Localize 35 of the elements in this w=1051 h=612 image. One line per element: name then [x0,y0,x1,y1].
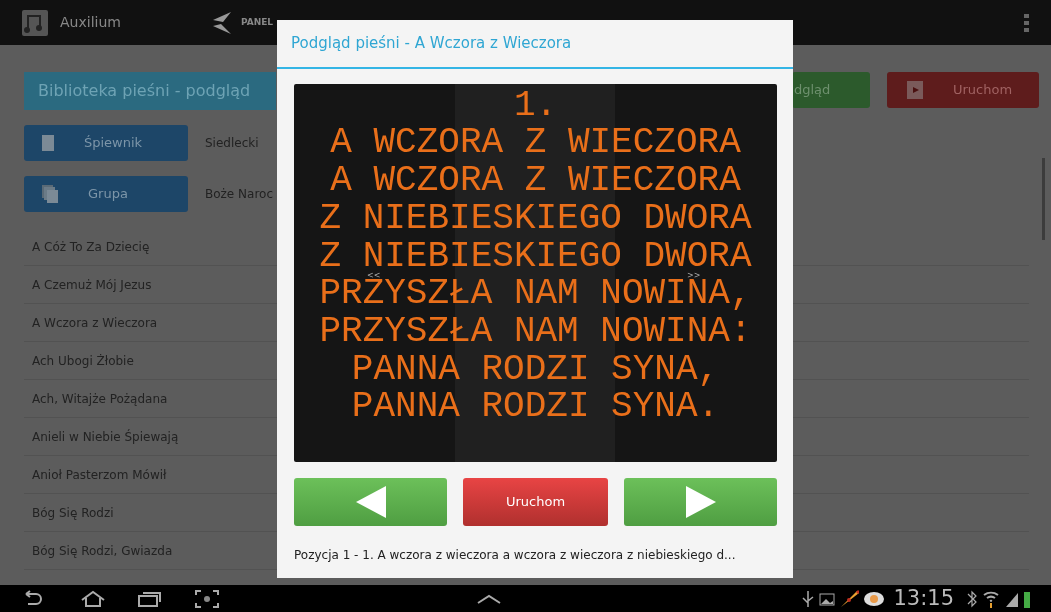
songbook-button[interactable]: Śpiewnik [24,125,188,161]
nav-hint: >> [687,272,701,280]
usb-icon [801,588,816,609]
lyrics-line: A WCZORA Z WIECZORA [330,167,741,196]
next-button[interactable] [624,478,777,526]
previous-button[interactable] [294,478,447,526]
lyrics-line: PANNA RODZI SYNA, [351,355,720,384]
lyrics-line: PRZYSZŁA NAM NOWINA: [319,317,752,346]
bluetooth-icon [966,588,978,609]
panel-label[interactable]: PANEL [240,15,274,30]
group-button[interactable]: Grupa [24,176,188,212]
lyrics-line: PANNA RODZI SYNA. [351,393,720,422]
filter-value: Boże Naroc [205,186,273,203]
app-title: Auxilium [60,13,121,32]
clock: 13:15 [893,584,954,612]
position-status: Pozycja 1 - 1. A wczora z wieczora a wczora z wieczora z niebieskiego d... [294,547,737,564]
nav-hint: << [367,272,381,280]
lyrics-line: A WCZORA Z WIECZORA [330,129,741,158]
run-button[interactable]: Uruchom [463,478,608,526]
book-icon [42,135,54,151]
left-triangle-icon [355,486,386,518]
music-notes-icon [22,9,48,36]
overflow-menu-icon[interactable] [1024,13,1029,32]
up-chevron-icon[interactable] [477,593,501,604]
stacked-pages-icon [42,185,58,203]
preview-button[interactable]: dgląd [792,72,870,108]
right-triangle-icon [685,486,716,518]
filter-value: Siedlecki [205,135,259,152]
run-button[interactable]: Uruchom [887,72,1039,108]
dialog-title: Podgląd pieśni - A Wczora z Wieczora [277,20,793,69]
lyrics-line: PRZYSZŁA NAM NOWINA, [319,280,752,309]
section-header: Biblioteka pieśni - podgląd [24,72,276,110]
lyrics-line: 1. [513,91,558,120]
film-icon [907,81,923,99]
screenshot-icon[interactable] [194,588,222,609]
